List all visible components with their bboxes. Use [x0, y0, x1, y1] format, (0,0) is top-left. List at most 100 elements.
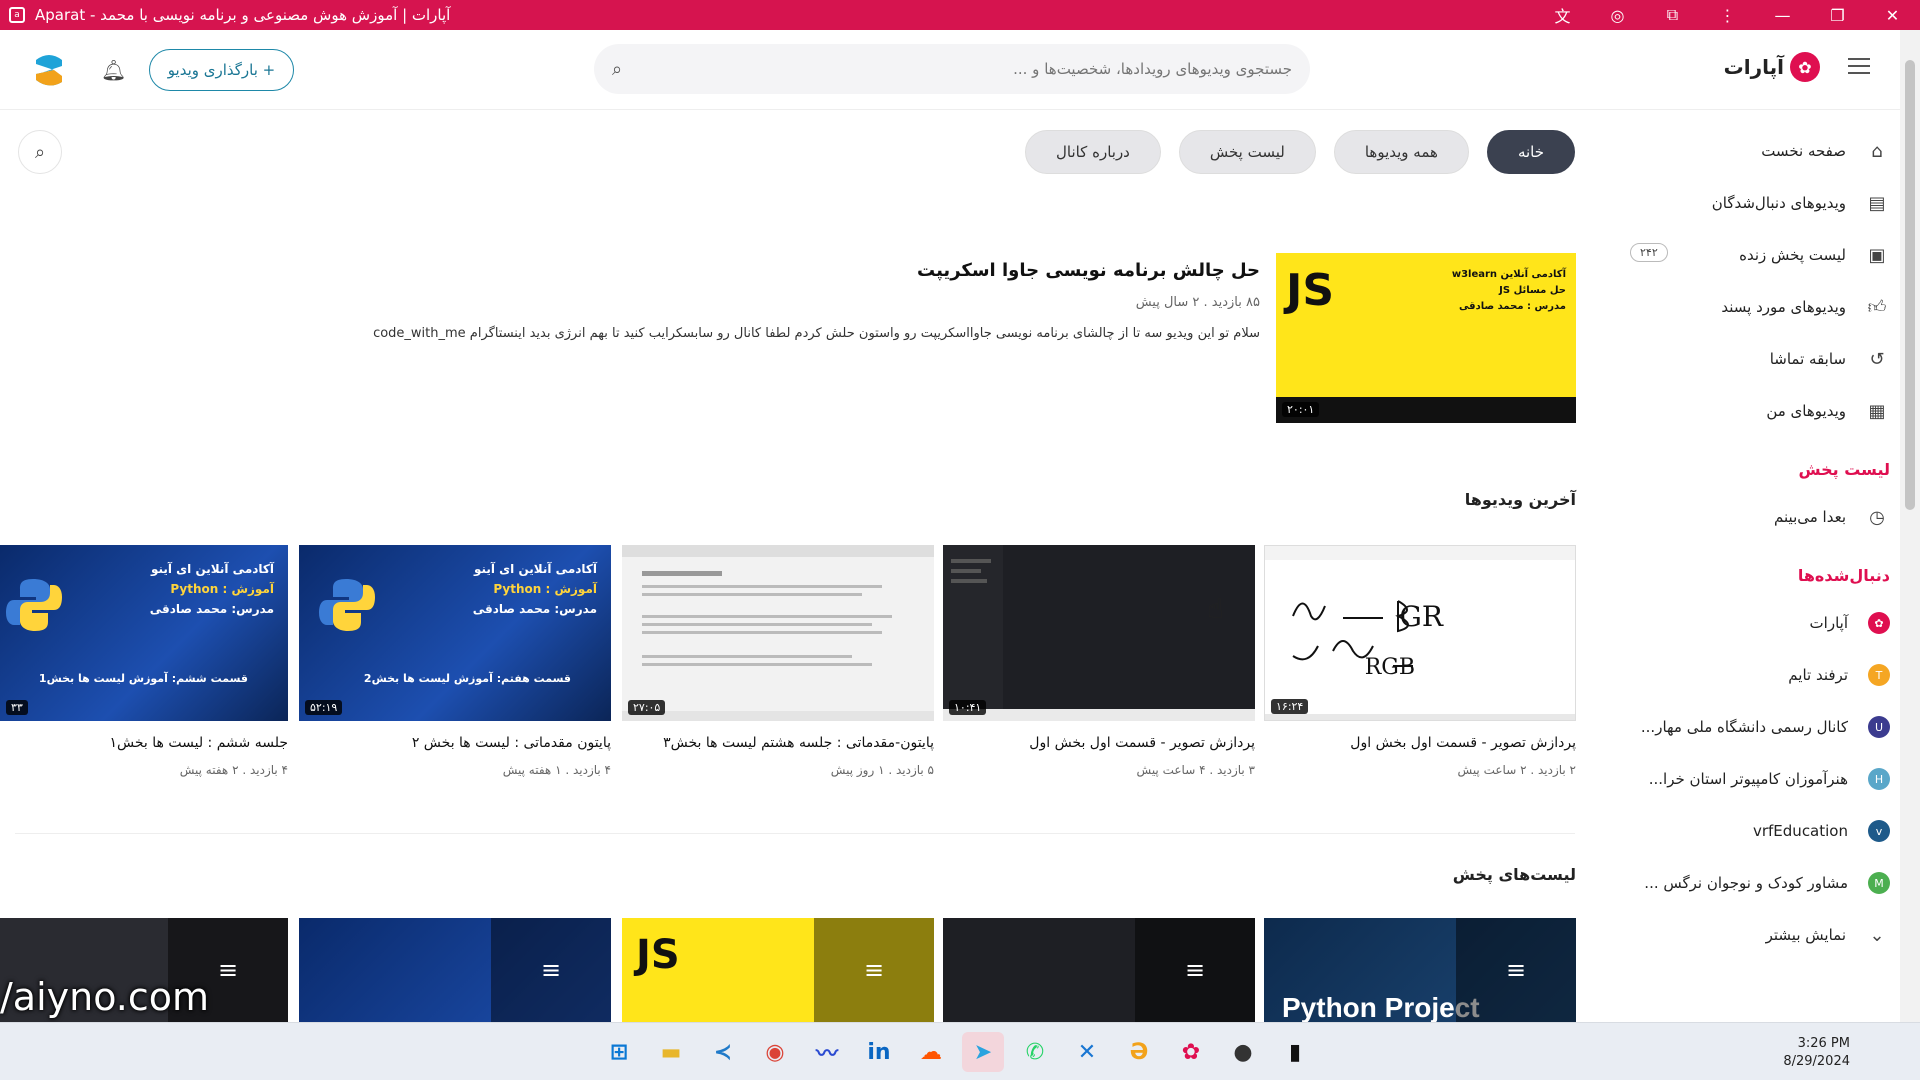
video-title[interactable]: جلسه ششم : لیست ها بخش۱ — [0, 735, 288, 751]
soundcloud-icon[interactable]: ☁ — [910, 1032, 952, 1072]
video-thumbnail[interactable]: آکادمی آنلاین ای آینو آموزش : Python مدر… — [0, 545, 288, 721]
playlist-card[interactable]: ≡ — [943, 918, 1255, 1022]
channel-name: ترفند تایم — [1788, 666, 1848, 684]
live-count-badge: ۲۴۲ — [1630, 243, 1668, 262]
watermark-text: /aiyno.com — [0, 975, 210, 1019]
followed-channel[interactable]: v vrfEducation — [1620, 805, 1900, 857]
hand-cursor-icon: ☝ — [1207, 592, 1225, 625]
whatsapp-icon[interactable]: ✆ — [1014, 1032, 1056, 1072]
followed-channel[interactable]: H هنرآموزان کامپیوتر استان خرا... — [1620, 753, 1900, 805]
sidebar-item-label: بعدا می‌بینم — [1774, 508, 1846, 526]
tab-playlists[interactable]: لیست پخش — [1178, 130, 1316, 174]
terminal-icon[interactable]: ▮ — [1274, 1032, 1316, 1072]
followed-channel[interactable]: T ترفند تایم — [1620, 649, 1900, 701]
python-logo-icon — [6, 579, 62, 631]
sidebar-item-live[interactable]: ▣ لیست پخش زنده ۲۴۲ — [1620, 229, 1900, 281]
video-title[interactable]: پردازش تصویر - قسمت اول بخش اول — [1264, 735, 1576, 751]
video-thumbnail[interactable]: آکادمی آنلاین ای آینو آموزش : Python مدر… — [299, 545, 611, 721]
sidebar-item-my-videos[interactable]: ▦ ویدیوهای من — [1620, 385, 1900, 437]
chrome-icon[interactable]: ◉ — [754, 1032, 796, 1072]
search-icon[interactable]: ⌕ — [612, 59, 622, 80]
playlist-icon: ≡ — [814, 918, 934, 1022]
page-scrollbar[interactable] — [1900, 30, 1920, 1022]
channel-search-icon[interactable]: ⌕ — [18, 130, 62, 174]
video-meta: ۲ بازدید . ۲ ساعت پیش — [1457, 763, 1576, 777]
video-title[interactable]: پایتون مقدماتی : لیست ها بخش ۲ — [299, 735, 611, 751]
sidebar: ⌂ صفحه نخست ▤ ویدیوهای دنبال‌شدگان ▣ لیس… — [1620, 125, 1900, 961]
aparat-app-icon[interactable]: ✿ — [1170, 1032, 1212, 1072]
aparat-channel-icon: ✿ — [1868, 612, 1890, 634]
telegram-icon[interactable]: ➤ — [962, 1032, 1004, 1072]
tab-home[interactable]: خانه — [1486, 130, 1575, 174]
windows-start-icon[interactable]: ⊞ — [598, 1032, 640, 1072]
sidebar-item-label: ویدیوهای دنبال‌شدگان — [1711, 194, 1846, 212]
sidebar-item-history[interactable]: ↺ سابقه تماشا — [1620, 333, 1900, 385]
site-header: ✿ آپارات ⌕ + بارگذاری ویدیو 🔔︎ — [0, 30, 1900, 110]
video-card[interactable]: آکادمی آنلاین ای آینو آموزش : Python مدر… — [299, 545, 611, 777]
video-title[interactable]: پردازش تصویر - قسمت اول بخش اول — [943, 735, 1255, 751]
tab-all-videos[interactable]: همه ویدیوها — [1333, 130, 1469, 174]
playlist-card[interactable]: Python Project ≡ — [1264, 918, 1576, 1022]
bell-icon[interactable]: 🔔︎ — [101, 58, 126, 82]
channel-name: مشاور کودک و نوجوان نرگس ... — [1644, 874, 1848, 892]
vscode-icon[interactable]: ≺ — [702, 1032, 744, 1072]
video-title[interactable]: پایتون-مقدماتی : جلسه هشتم لیست ها بخش۳ — [622, 735, 934, 751]
sidebar-playlist-heading: لیست پخش — [1798, 459, 1890, 479]
channel-tabs: خانه همه ویدیوها لیست پخش درباره کانال — [1024, 130, 1575, 174]
video-meta: ۴ بازدید . ۱ هفته پیش — [502, 763, 611, 777]
video-meta: ۴ بازدید . ۲ هفته پیش — [179, 763, 288, 777]
tab-about[interactable]: درباره کانال — [1024, 130, 1161, 174]
sidebar-item-liked[interactable]: 👍︎ ویدیوهای مورد پسند — [1620, 281, 1900, 333]
channel-avatar-icon: M — [1868, 872, 1890, 894]
minimize-icon[interactable]: — — [1755, 6, 1810, 25]
linkedin-icon[interactable]: in — [858, 1032, 900, 1072]
playlist-card[interactable]: ≡ — [299, 918, 611, 1022]
system-clock[interactable]: 3:26 PM 8/29/2024 — [1783, 1035, 1850, 1071]
channel-name: آپارات — [1809, 614, 1848, 632]
video-card[interactable]: ۱۰:۴۱ پردازش تصویر - قسمت اول بخش اول ۳ … — [943, 545, 1255, 777]
upload-video-button[interactable]: + بارگذاری ویدیو — [149, 49, 294, 91]
chevron-down-icon: ⌄ — [1869, 924, 1885, 946]
sidebar-item-label: ویدیوهای من — [1766, 402, 1846, 420]
extension-icon[interactable]: ⧉ — [1645, 5, 1700, 25]
thumbnail-caption: آکادمی آنلاین ای آینو آموزش : Python مدر… — [472, 562, 597, 616]
more-icon[interactable]: ⋮ — [1700, 6, 1755, 25]
sidebar-item-home[interactable]: ⌂ صفحه نخست — [1620, 125, 1900, 177]
thumbnail-strip — [1276, 397, 1576, 423]
followed-channel[interactable]: M مشاور کودک و نوجوان نرگس ... — [1620, 857, 1900, 909]
eye-off-icon[interactable]: ◎ — [1590, 6, 1645, 25]
video-card[interactable]: GR RGB ۱۶:۲۴ پردازش تصویر - قسمت اول بخش… — [1264, 545, 1576, 777]
sidebar-item-watch-later[interactable]: ◷ بعدا می‌بینم — [1620, 491, 1900, 543]
menu-icon[interactable] — [1848, 58, 1870, 74]
video-meta: ۳ بازدید . ۴ ساعت پیش — [1136, 763, 1255, 777]
site-logo[interactable]: ✿ آپارات — [1724, 52, 1820, 82]
sidebar-item-subscriptions[interactable]: ▤ ویدیوهای دنبال‌شدگان — [1620, 177, 1900, 229]
video-card[interactable]: آکادمی آنلاین ای آینو آموزش : Python مدر… — [0, 545, 288, 777]
channel-name: هنرآموزان کامپیوتر استان خرا... — [1648, 770, 1848, 788]
show-more-button[interactable]: ⌄ نمایش بیشتر — [1620, 909, 1900, 961]
brand-app-icon[interactable]: Ə — [1118, 1032, 1160, 1072]
close-icon[interactable]: ✕ — [1865, 6, 1920, 25]
obs-icon[interactable]: ● — [1222, 1032, 1264, 1072]
home-icon: ⌂ — [1871, 140, 1883, 162]
video-card[interactable]: ۲۷:۰۵ پایتون-مقدماتی : جلسه هشتم لیست ها… — [622, 545, 934, 777]
featured-video-title[interactable]: حل چالش برنامه نویسی جاوا اسکریپت — [340, 260, 1260, 281]
channel-name: vrfEducation — [1752, 822, 1848, 840]
channel-brand-icon[interactable] — [32, 50, 66, 88]
followed-channel[interactable]: U کانال رسمی دانشگاه ملی مهار... — [1620, 701, 1900, 753]
like-icon: 👍︎ — [1867, 297, 1887, 318]
featured-video-thumbnail[interactable]: JS آکادمی آنلاین w3learn حل مسائل JS مدر… — [1276, 253, 1576, 423]
video-thumbnail[interactable]: ۲۷:۰۵ — [622, 545, 934, 721]
x-app-icon[interactable]: ✕ — [1066, 1032, 1108, 1072]
maximize-icon[interactable]: ❐ — [1810, 6, 1865, 25]
translate-icon[interactable]: 文 — [1535, 3, 1590, 27]
scrollbar-thumb[interactable] — [1905, 60, 1915, 510]
followed-channel[interactable]: ✿ آپارات — [1620, 597, 1900, 649]
video-thumbnail[interactable]: ۱۰:۴۱ — [943, 545, 1255, 721]
playlist-icon: ≡ — [1456, 918, 1576, 1022]
video-thumbnail[interactable]: GR RGB ۱۶:۲۴ — [1264, 545, 1576, 721]
file-explorer-icon[interactable]: ▬ — [650, 1032, 692, 1072]
stock-app-icon[interactable]: 〰 — [806, 1032, 848, 1072]
playlist-card[interactable]: JS ≡ — [622, 918, 934, 1022]
search-input[interactable] — [632, 60, 1292, 78]
